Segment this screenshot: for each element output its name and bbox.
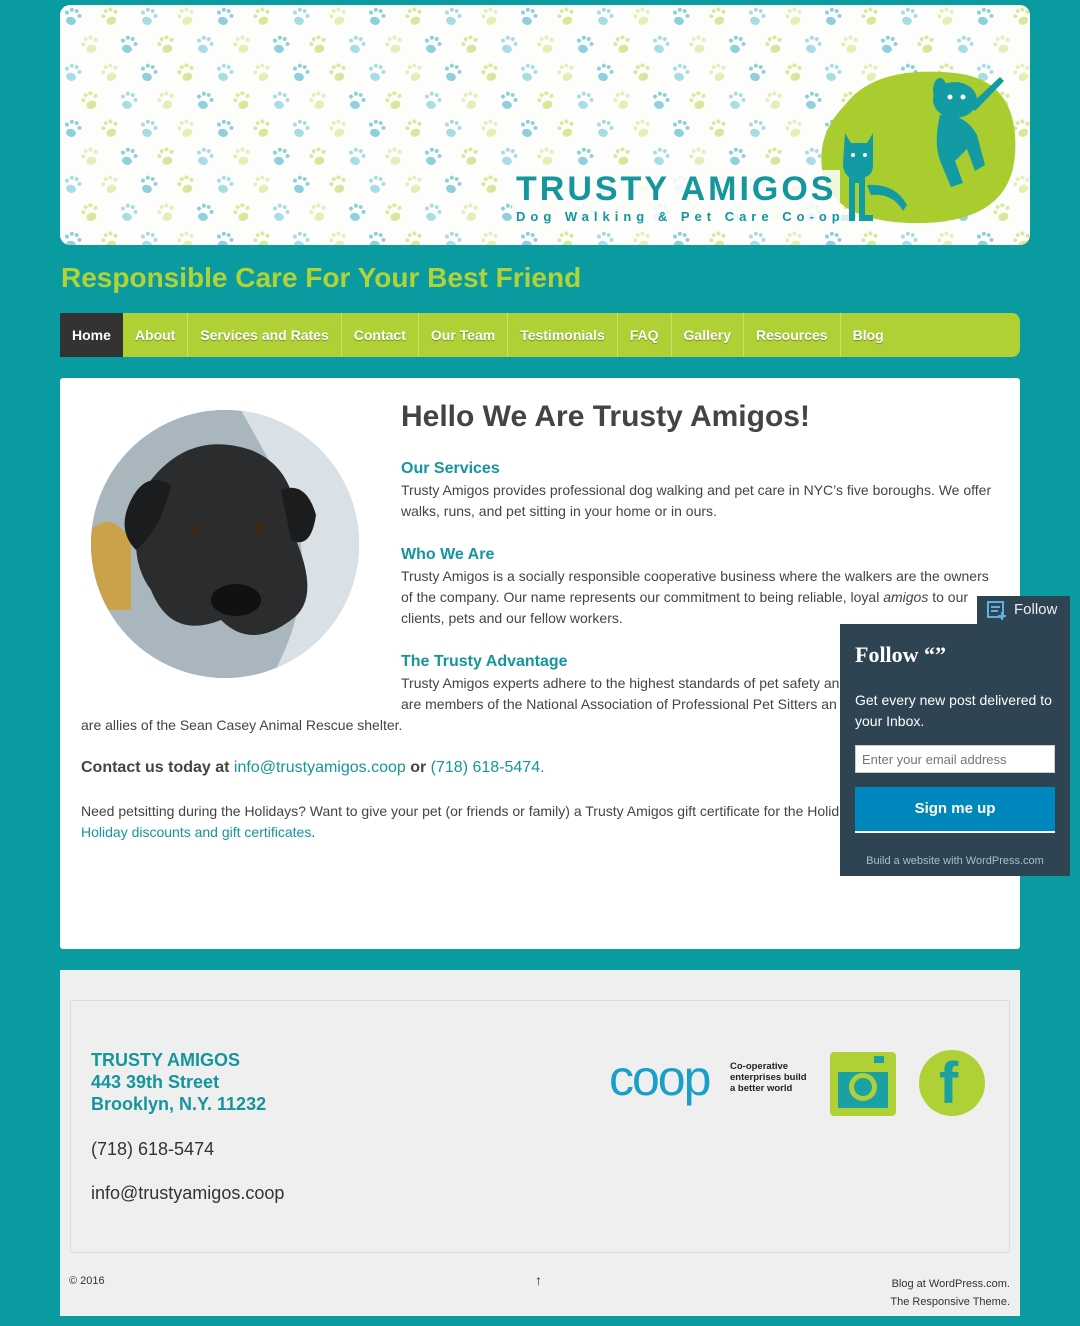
coop-logo[interactable]: coop Co-operative enterprises build a be…: [609, 1050, 819, 1112]
contact-line: Contact us today at info@trustyamigos.co…: [81, 759, 545, 776]
who-heading: Who We Are: [401, 546, 495, 563]
follow-tab[interactable]: Follow: [977, 596, 1070, 624]
dog-photo: [91, 410, 359, 678]
nav-item-our-team[interactable]: Our Team: [419, 313, 509, 357]
advantage-line-3: are allies of the Sean Casey Animal Resc…: [81, 717, 403, 733]
who-text: Trusty Amigos is a socially responsible …: [401, 568, 989, 626]
nav-item-blog[interactable]: Blog: [841, 313, 896, 357]
holiday-line-2: Holiday discounts and gift certificates.: [81, 824, 316, 840]
footer-phone: (718) 618-5474: [91, 1139, 215, 1159]
main-nav: Home About Services and Rates Contact Ou…: [60, 313, 1020, 357]
nav-item-gallery[interactable]: Gallery: [672, 313, 744, 357]
sign-me-up-button[interactable]: Sign me up: [855, 787, 1055, 833]
theme-credit-link[interactable]: The Responsive Theme.: [890, 1293, 1010, 1311]
nav-item-about[interactable]: About: [123, 313, 189, 357]
follow-icon: [987, 601, 1006, 620]
nav-item-home[interactable]: Home: [60, 313, 123, 357]
nav-item-faq[interactable]: FAQ: [618, 313, 672, 357]
follow-tab-label: Follow: [1014, 601, 1058, 618]
facebook-icon[interactable]: f: [919, 1050, 985, 1116]
nav-item-resources[interactable]: Resources: [744, 313, 841, 357]
logo-subtitle: Dog Walking & Pet Care Co-op: [512, 209, 849, 224]
nav-item-services-and-rates[interactable]: Services and Rates: [188, 313, 342, 357]
services-heading: Our Services: [401, 460, 500, 477]
logo-title: TRUSTY AMIGOS: [512, 170, 841, 209]
contact-email-link[interactable]: info@trustyamigos.coop: [234, 759, 406, 776]
footer-email: info@trustyamigos.coop: [91, 1183, 285, 1203]
follow-panel: Follow “” Get every new post delivered t…: [840, 624, 1070, 876]
advantage-line-1: Trusty Amigos experts adhere to the high…: [401, 675, 840, 691]
wordpress-credit-link[interactable]: Blog at WordPress.com.: [890, 1275, 1010, 1293]
follow-email-input[interactable]: [855, 745, 1055, 773]
up-arrow-icon[interactable]: ↑: [535, 1272, 542, 1288]
follow-title: Follow “”: [855, 642, 947, 667]
footer: TRUSTY AMIGOS 443 39th Street Brooklyn, …: [60, 970, 1020, 1316]
footer-widget-area: TRUSTY AMIGOS 443 39th Street Brooklyn, …: [70, 1000, 1010, 1253]
footer-address: TRUSTY AMIGOS 443 39th Street Brooklyn, …: [91, 1050, 267, 1114]
advantage-line-2: are members of the National Association …: [401, 696, 837, 712]
copyright: © 2016: [69, 1275, 105, 1287]
services-text: Trusty Amigos provides professional dog …: [401, 482, 992, 519]
header-banner[interactable]: TRUSTY AMIGOS Dog Walking & Pet Care Co-…: [60, 5, 1030, 245]
nav-item-testimonials[interactable]: Testimonials: [508, 313, 618, 357]
instagram-icon[interactable]: [830, 1052, 896, 1116]
nav-item-contact[interactable]: Contact: [342, 313, 419, 357]
page-title: Hello We Are Trusty Amigos!: [401, 400, 810, 433]
follow-description: Get every new post delivered to your Inb…: [855, 692, 1052, 729]
contact-phone-link[interactable]: (718) 618-5474: [431, 759, 540, 776]
holiday-link[interactable]: Holiday discounts and gift certificates: [81, 824, 311, 840]
site-tagline: Responsible Care For Your Best Friend: [61, 262, 582, 293]
wordpress-link[interactable]: Build a website with WordPress.com: [840, 855, 1070, 867]
holiday-text: Need petsitting during the Holidays? Wan…: [81, 803, 840, 819]
footer-credits: Blog at WordPress.com. The Responsive Th…: [890, 1275, 1010, 1311]
advantage-heading: The Trusty Advantage: [401, 653, 568, 670]
